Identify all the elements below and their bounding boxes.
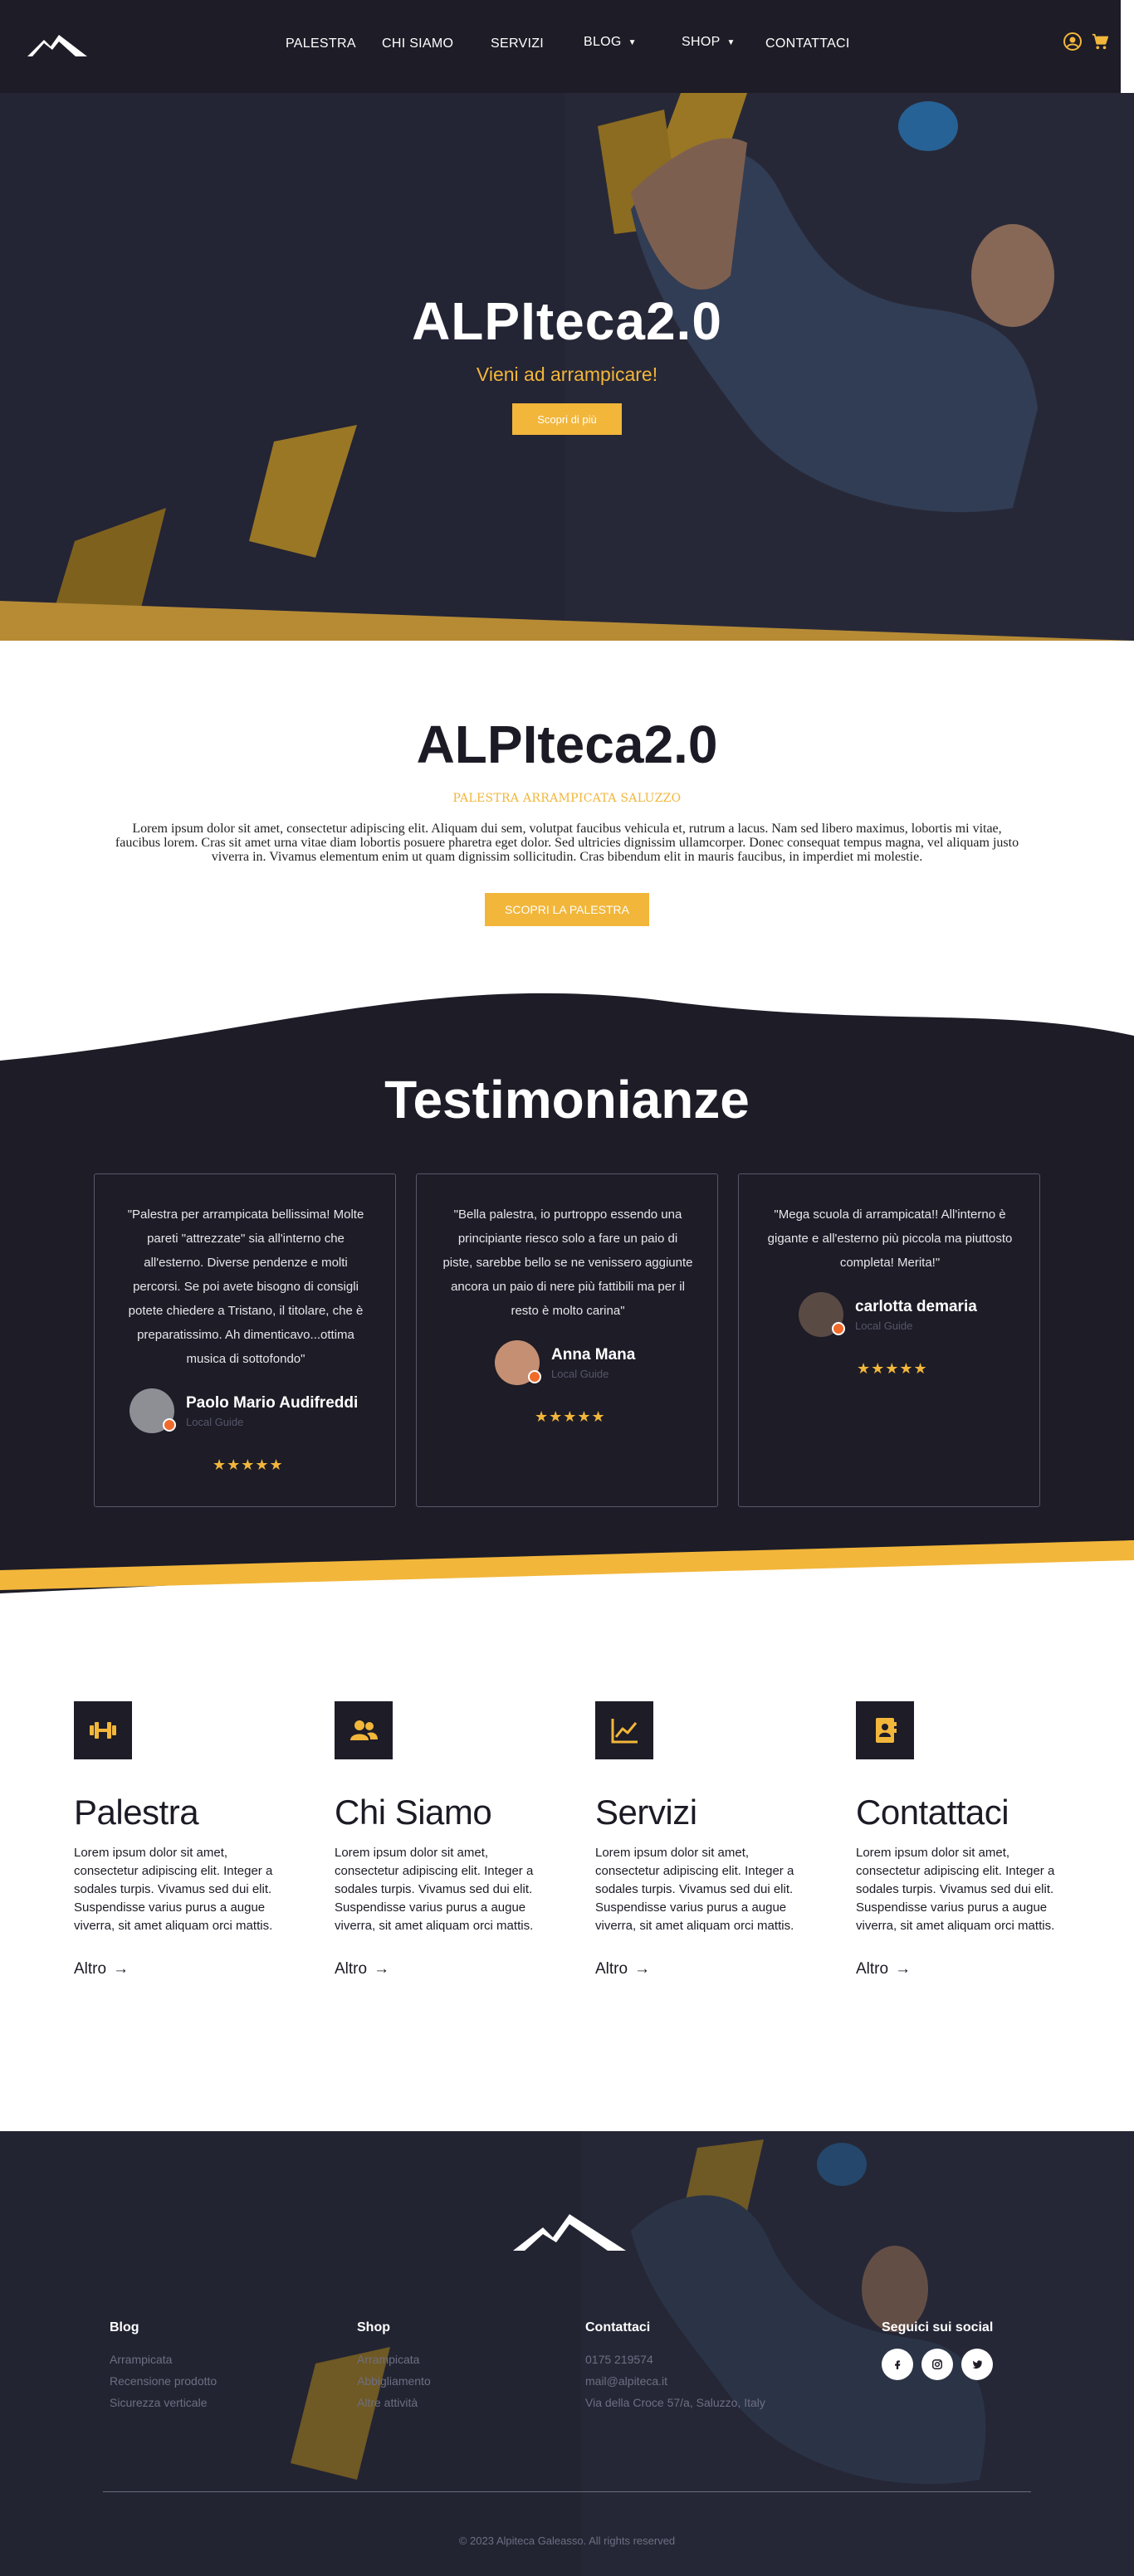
hero-title: ALPIteca2.0 — [412, 291, 722, 351]
footer-link[interactable]: Recensione prodotto — [110, 2370, 217, 2392]
reviewer: Paolo Mario Audifreddi Local Guide — [130, 1388, 358, 1433]
header-icons — [1063, 32, 1109, 51]
guide-badge-icon — [528, 1370, 541, 1383]
user-icon[interactable] — [1063, 32, 1083, 51]
nav-blog[interactable]: BLOG ▼ — [584, 35, 637, 50]
feature-text: Lorem ipsum dolor sit amet, consectetur … — [856, 1846, 1055, 1933]
footer-link[interactable]: Arrampicata — [110, 2349, 217, 2370]
feature-title: Contattaci — [856, 1793, 1009, 1832]
facebook-icon[interactable] — [882, 2349, 913, 2380]
discover-gym-button[interactable]: SCOPRI LA PALESTRA — [485, 893, 649, 926]
feature-servizi: Servizi Lorem ipsum dolor sit amet, cons… — [595, 1701, 811, 1978]
footer-address: Via della Croce 57/a, Saluzzo, Italy — [585, 2396, 765, 2409]
arrow-right-icon: → — [113, 1960, 130, 1978]
testimonial-quote: "Mega scuola di arrampicata!! All'intern… — [767, 1208, 1013, 1270]
dumbbell-icon — [74, 1701, 132, 1759]
nav-servizi[interactable]: SERVIZI — [491, 37, 544, 51]
reviewer: Anna Mana Local Guide — [495, 1340, 635, 1385]
reviewer-name: Paolo Mario Audifreddi — [186, 1393, 359, 1412]
footer-link[interactable]: Arrampicata — [357, 2349, 431, 2370]
testimonials-section: Testimonianze "Palestra per arrampicata … — [0, 988, 1134, 1593]
guide-badge-icon — [832, 1322, 845, 1335]
more-link[interactable]: Altro → — [335, 1960, 550, 1978]
testimonial-card: "Palestra per arrampicata bellissima! Mo… — [94, 1173, 396, 1507]
nav-chi-siamo[interactable]: CHI SIAMO — [382, 37, 453, 51]
instagram-icon[interactable] — [921, 2349, 953, 2380]
avatar — [495, 1340, 541, 1385]
footer-social-column: Seguici sui social — [882, 2320, 993, 2380]
scrollbar-gap — [1121, 0, 1134, 93]
feature-title: Servizi — [595, 1793, 697, 1832]
nav-palestra[interactable]: PALESTRA — [286, 37, 356, 51]
footer-divider — [103, 2491, 1031, 2492]
feature-title: Chi Siamo — [335, 1793, 492, 1832]
footer-link[interactable]: Sicurezza verticale — [110, 2392, 217, 2413]
footer-column-title: Contattaci — [585, 2320, 651, 2334]
testimonial-quote: "Palestra per arrampicata bellissima! Mo… — [127, 1208, 364, 1366]
testimonials-title: Testimonianze — [384, 1070, 750, 1129]
feature-title: Palestra — [74, 1793, 199, 1832]
contact-book-icon — [856, 1701, 914, 1759]
footer-link[interactable]: Abbigliamento — [357, 2370, 431, 2392]
intro-title: ALPIteca2.0 — [416, 715, 718, 774]
rating-stars: ★★★★★ — [535, 1408, 606, 1425]
people-icon — [335, 1701, 393, 1759]
social-links — [882, 2349, 993, 2380]
more-link[interactable]: Altro → — [74, 1960, 290, 1978]
testimonial-card: "Bella palestra, io purtroppo essendo un… — [416, 1173, 718, 1507]
footer-phone: 0175 219574 — [585, 2353, 653, 2366]
site-header: PALESTRA CHI SIAMO SERVIZI BLOG ▼ SHOP ▼ C… — [0, 0, 1121, 93]
nav-contattaci[interactable]: CONTATTACI — [765, 37, 850, 51]
feature-text: Lorem ipsum dolor sit amet, consectetur … — [595, 1846, 794, 1933]
chevron-down-icon: ▼ — [726, 37, 736, 47]
site-footer: Blog Arrampicata Recensione prodotto Sic… — [0, 2131, 1134, 2576]
testimonial-quote: "Bella palestra, io purtroppo essendo un… — [442, 1208, 693, 1318]
feature-palestra: Palestra Lorem ipsum dolor sit amet, con… — [74, 1701, 290, 1978]
hero-subtitle: Vieni ad arrampicare! — [476, 363, 658, 385]
avatar — [799, 1292, 845, 1337]
avatar — [130, 1388, 176, 1433]
feature-chi-siamo: Chi Siamo Lorem ipsum dolor sit amet, co… — [335, 1701, 550, 1978]
arrow-right-icon: → — [895, 1960, 912, 1978]
more-link[interactable]: Altro → — [856, 1960, 1072, 1978]
copyright: © 2023 Alpiteca Galeasso. All rights res… — [458, 2535, 676, 2547]
chart-icon — [595, 1701, 653, 1759]
nav-shop[interactable]: SHOP ▼ — [682, 35, 736, 50]
reviewer-name: Anna Mana — [551, 1345, 636, 1364]
testimonial-card: "Mega scuola di arrampicata!! All'intern… — [738, 1173, 1040, 1507]
twitter-icon[interactable] — [961, 2349, 993, 2380]
footer-column-title: Seguici sui social — [882, 2320, 994, 2334]
feature-contattaci: Contattaci Lorem ipsum dolor sit amet, c… — [856, 1701, 1072, 1978]
reviewer-name: carlotta demaria — [855, 1297, 977, 1315]
reviewer: carlotta demaria Local Guide — [799, 1292, 977, 1337]
main-nav: PALESTRA CHI SIAMO SERVIZI BLOG ▼ SHOP ▼ C… — [0, 35, 1121, 56]
cart-icon[interactable] — [1091, 32, 1109, 51]
intro-body: Lorem ipsum dolor sit amet, consectetur … — [115, 822, 1019, 864]
reviewer-role: Local Guide — [855, 1319, 913, 1332]
feature-text: Lorem ipsum dolor sit amet, consectetur … — [74, 1846, 273, 1933]
reviewer-role: Local Guide — [186, 1415, 244, 1428]
arrow-right-icon: → — [374, 1960, 390, 1978]
discover-more-button[interactable]: Scopri di più — [512, 403, 622, 435]
more-link[interactable]: Altro → — [595, 1960, 811, 1978]
reviewer-role: Local Guide — [551, 1367, 609, 1380]
footer-shop-column: Shop Arrampicata Abbigliamento Altre att… — [357, 2320, 431, 2413]
footer-column-title: Shop — [357, 2320, 390, 2334]
footer-link[interactable]: Altre attività — [357, 2392, 431, 2413]
intro-kicker: PALESTRA ARRAMPICATA SALUZZO — [452, 792, 682, 805]
mountain-logo[interactable] — [513, 2211, 626, 2256]
rating-stars: ★★★★★ — [857, 1360, 928, 1377]
footer-blog-column: Blog Arrampicata Recensione prodotto Sic… — [110, 2320, 217, 2413]
arrow-right-icon: → — [634, 1960, 651, 1978]
chevron-down-icon: ▼ — [628, 37, 637, 47]
footer-email[interactable]: mail@alpiteca.it — [585, 2370, 765, 2392]
guide-badge-icon — [163, 1418, 176, 1432]
hero-section: ALPIteca2.0 Vieni ad arrampicare! Scopri… — [0, 93, 1134, 641]
footer-column-title: Blog — [110, 2320, 139, 2334]
rating-stars: ★★★★★ — [213, 1456, 284, 1473]
footer-contact-column: Contattaci 0175 219574 mail@alpiteca.it … — [585, 2320, 765, 2413]
feature-text: Lorem ipsum dolor sit amet, consectetur … — [335, 1846, 534, 1933]
